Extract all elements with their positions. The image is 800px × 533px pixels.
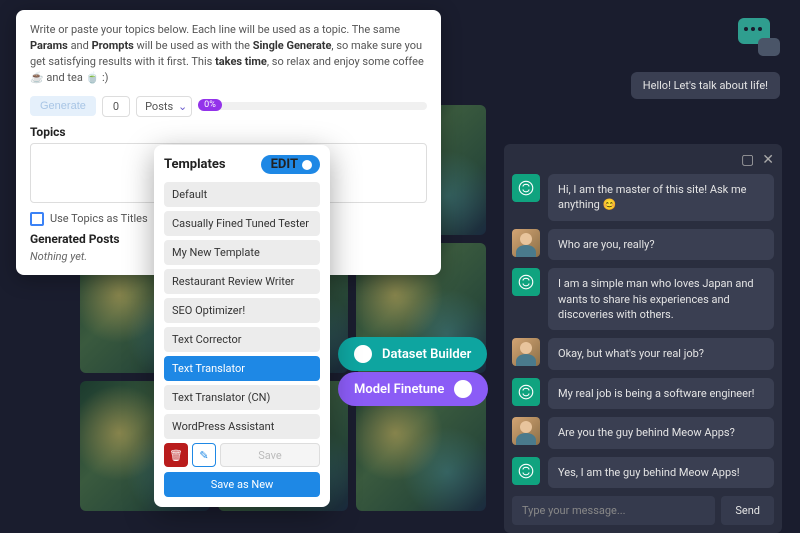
text: Prompts [92,39,134,52]
text: and [68,39,92,52]
message-bubble: Who are you, really? [548,229,774,260]
model-finetune-pill[interactable]: Model Finetune [338,372,488,406]
close-icon[interactable]: ✕ [762,152,774,168]
text: takes time [215,55,267,68]
chat-window: ▢ ✕ Hi, I am the master of this site! As… [504,144,782,533]
bot-avatar [512,174,540,202]
chat-message: Are you the guy behind Meow Apps? [512,417,774,448]
message-bubble: Hi, I am the master of this site! Ask me… [548,174,774,221]
checkbox-icon [30,212,44,226]
checkbox-label: Use Topics as Titles [50,212,148,225]
progress-bar: 0% [198,102,427,110]
template-item[interactable]: My New Template [164,240,320,265]
templates-popover: Templates EDIT Default Casually Fined Tun… [154,145,330,507]
expand-icon[interactable]: ▢ [741,152,754,168]
delete-button[interactable]: 🗑 [164,443,188,467]
pill-dot [454,380,472,398]
message-bubble: Okay, but what's your real job? [548,338,774,369]
message-bubble: Are you the guy behind Meow Apps? [548,417,774,448]
template-item[interactable]: Text Translator [164,356,320,381]
message-bubble: My real job is being a software engineer… [548,378,774,409]
text: will be used as with the [134,39,253,52]
template-item[interactable]: WordPress Assistant [164,414,320,439]
select-value: Posts [145,100,173,113]
send-button[interactable]: Send [721,496,774,525]
chat-message: My real job is being a software engineer… [512,378,774,409]
user-avatar [512,417,540,445]
templates-list: Default Casually Fined Tuned Tester My New… [164,182,320,439]
pill-dot [354,345,372,363]
chat-greeting: Hello! Let's talk about life! [631,72,780,99]
user-avatar [512,338,540,366]
chat-input-row: Type your message... Send [512,496,774,525]
edit-button[interactable]: ✎ [192,443,216,467]
templates-header: Templates EDIT [164,155,320,174]
pill-label: Model Finetune [354,382,444,397]
chat-message: Hi, I am the master of this site! Ask me… [512,174,774,221]
pill-label: Dataset Builder [382,347,471,362]
bot-avatar [512,268,540,296]
chevron-down-icon: ⌄ [178,100,187,113]
chat-input[interactable]: Type your message... [512,496,715,525]
templates-actions: 🗑 ✎ Save [164,443,320,467]
text: Single Generate [253,39,332,52]
templates-title: Templates [164,157,226,172]
edit-label: EDIT [271,157,298,172]
template-item[interactable]: SEO Optimizer! [164,298,320,323]
speech-bubble-icon [758,38,780,56]
message-bubble: I am a simple man who loves Japan and wa… [548,268,774,330]
edit-toggle[interactable]: EDIT [261,155,320,174]
count-field[interactable]: 0 [102,96,130,117]
chat-message: I am a simple man who loves Japan and wa… [512,268,774,330]
chat-messages: Hi, I am the master of this site! Ask me… [512,174,774,488]
save-button[interactable]: Save [220,443,320,467]
topics-label: Topics [30,125,427,139]
text: Write or paste your topics below. Each l… [30,23,400,36]
save-as-new-button[interactable]: Save as New [164,472,320,497]
text: Params [30,39,68,52]
chat-controls: ▢ ✕ [512,152,774,168]
type-select[interactable]: Posts ⌄ [136,96,192,117]
bot-avatar [512,457,540,485]
chat-message: Who are you, really? [512,229,774,260]
template-item[interactable]: Casually Fined Tuned Tester [164,211,320,236]
chat-message: Okay, but what's your real job? [512,338,774,369]
template-item[interactable]: Default [164,182,320,207]
template-item[interactable]: Text Corrector [164,327,320,352]
bot-avatar [512,378,540,406]
user-avatar [512,229,540,257]
trash-icon: 🗑 [169,449,183,462]
bulk-controls: Generate 0 Posts ⌄ 0% [30,96,427,117]
template-item[interactable]: Restaurant Review Writer [164,269,320,294]
pencil-icon: ✎ [199,449,208,462]
bulk-intro: Write or paste your topics below. Each l… [30,22,427,86]
progress-percent: 0% [198,99,222,111]
generate-button[interactable]: Generate [30,96,96,116]
toggle-knob [302,160,312,170]
chat-launcher-icon[interactable] [738,18,780,56]
dataset-builder-pill[interactable]: Dataset Builder [338,337,487,371]
chat-message: Yes, I am the guy behind Meow Apps! [512,457,774,488]
message-bubble: Yes, I am the guy behind Meow Apps! [548,457,774,488]
template-item[interactable]: Text Translator (CN) [164,385,320,410]
